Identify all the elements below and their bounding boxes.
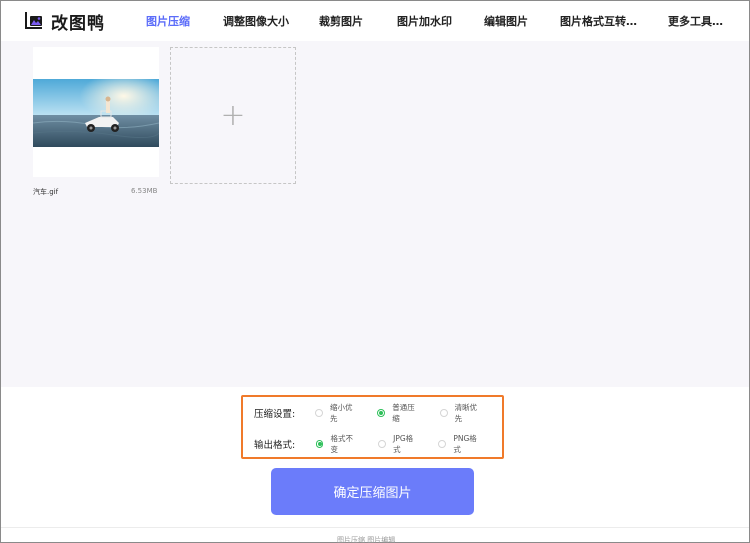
option-shrink-priority[interactable]: 缩小优先 xyxy=(315,402,359,424)
footer-divider xyxy=(1,527,749,528)
format-setting-label: 输出格式: xyxy=(254,440,296,451)
radio-icon[interactable] xyxy=(438,440,447,448)
compress-setting-row: 压缩设置: 缩小优先 普通压缩 清晰优先 xyxy=(254,403,502,423)
footer-text: 图片压缩 图片编辑 xyxy=(337,536,396,543)
nav-item-crop[interactable]: 裁剪图片 xyxy=(319,13,363,29)
radio-icon[interactable] xyxy=(315,409,323,417)
option-label: 普通压缩 xyxy=(392,403,415,423)
plus-icon: + xyxy=(220,97,246,133)
nav-item-watermark[interactable]: 图片加水印 xyxy=(397,13,452,29)
format-setting-row: 输出格式: 格式不变 JPG格式 PNG格式 xyxy=(254,434,502,454)
main-nav: 图片压缩 调整图像大小 裁剪图片 图片加水印 编辑图片 图片格式互转… 更多工具… xyxy=(1,1,749,41)
compress-setting-label: 压缩设置: xyxy=(254,409,296,420)
option-jpg[interactable]: JPG格式 xyxy=(378,433,420,455)
nav-item-format-convert[interactable]: 图片格式互转… xyxy=(560,13,637,29)
nav-item-compress[interactable]: 图片压缩 xyxy=(146,13,190,29)
upload-area: 汽车.gif 6.53MB + xyxy=(1,41,749,387)
file-size: 6.53MB xyxy=(131,187,158,195)
nav-item-more-tools[interactable]: 更多工具… xyxy=(668,13,723,29)
option-label: JPG格式 xyxy=(393,434,414,454)
option-clarity-priority[interactable]: 清晰优先 xyxy=(439,402,484,424)
add-image-button[interactable]: + xyxy=(170,47,296,184)
option-label: 格式不变 xyxy=(330,434,353,454)
top-header: 改图鸭 图片压缩 调整图像大小 裁剪图片 图片加水印 编辑图片 图片格式互转… … xyxy=(1,1,749,41)
option-png[interactable]: PNG格式 xyxy=(438,433,484,455)
file-name: 汽车.gif xyxy=(33,188,59,196)
option-keep-format[interactable]: 格式不变 xyxy=(315,433,361,455)
file-card[interactable] xyxy=(33,47,159,177)
compression-settings-panel: 压缩设置: 缩小优先 普通压缩 清晰优先 输出格式: 格式不变 JPG格式 PN… xyxy=(241,395,504,459)
option-label: PNG格式 xyxy=(453,434,477,454)
radio-selected-icon[interactable] xyxy=(315,440,324,448)
nav-item-edit[interactable]: 编辑图片 xyxy=(484,13,528,29)
radio-icon[interactable] xyxy=(378,440,387,448)
file-thumbnail xyxy=(33,79,159,147)
option-normal-compress[interactable]: 普通压缩 xyxy=(377,402,421,424)
nav-item-resize[interactable]: 调整图像大小 xyxy=(223,13,289,29)
confirm-compress-button[interactable]: 确定压缩图片 xyxy=(271,468,474,515)
option-label: 清晰优先 xyxy=(454,403,478,423)
radio-icon[interactable] xyxy=(439,409,448,417)
option-label: 缩小优先 xyxy=(329,403,353,423)
radio-selected-icon[interactable] xyxy=(377,409,386,417)
